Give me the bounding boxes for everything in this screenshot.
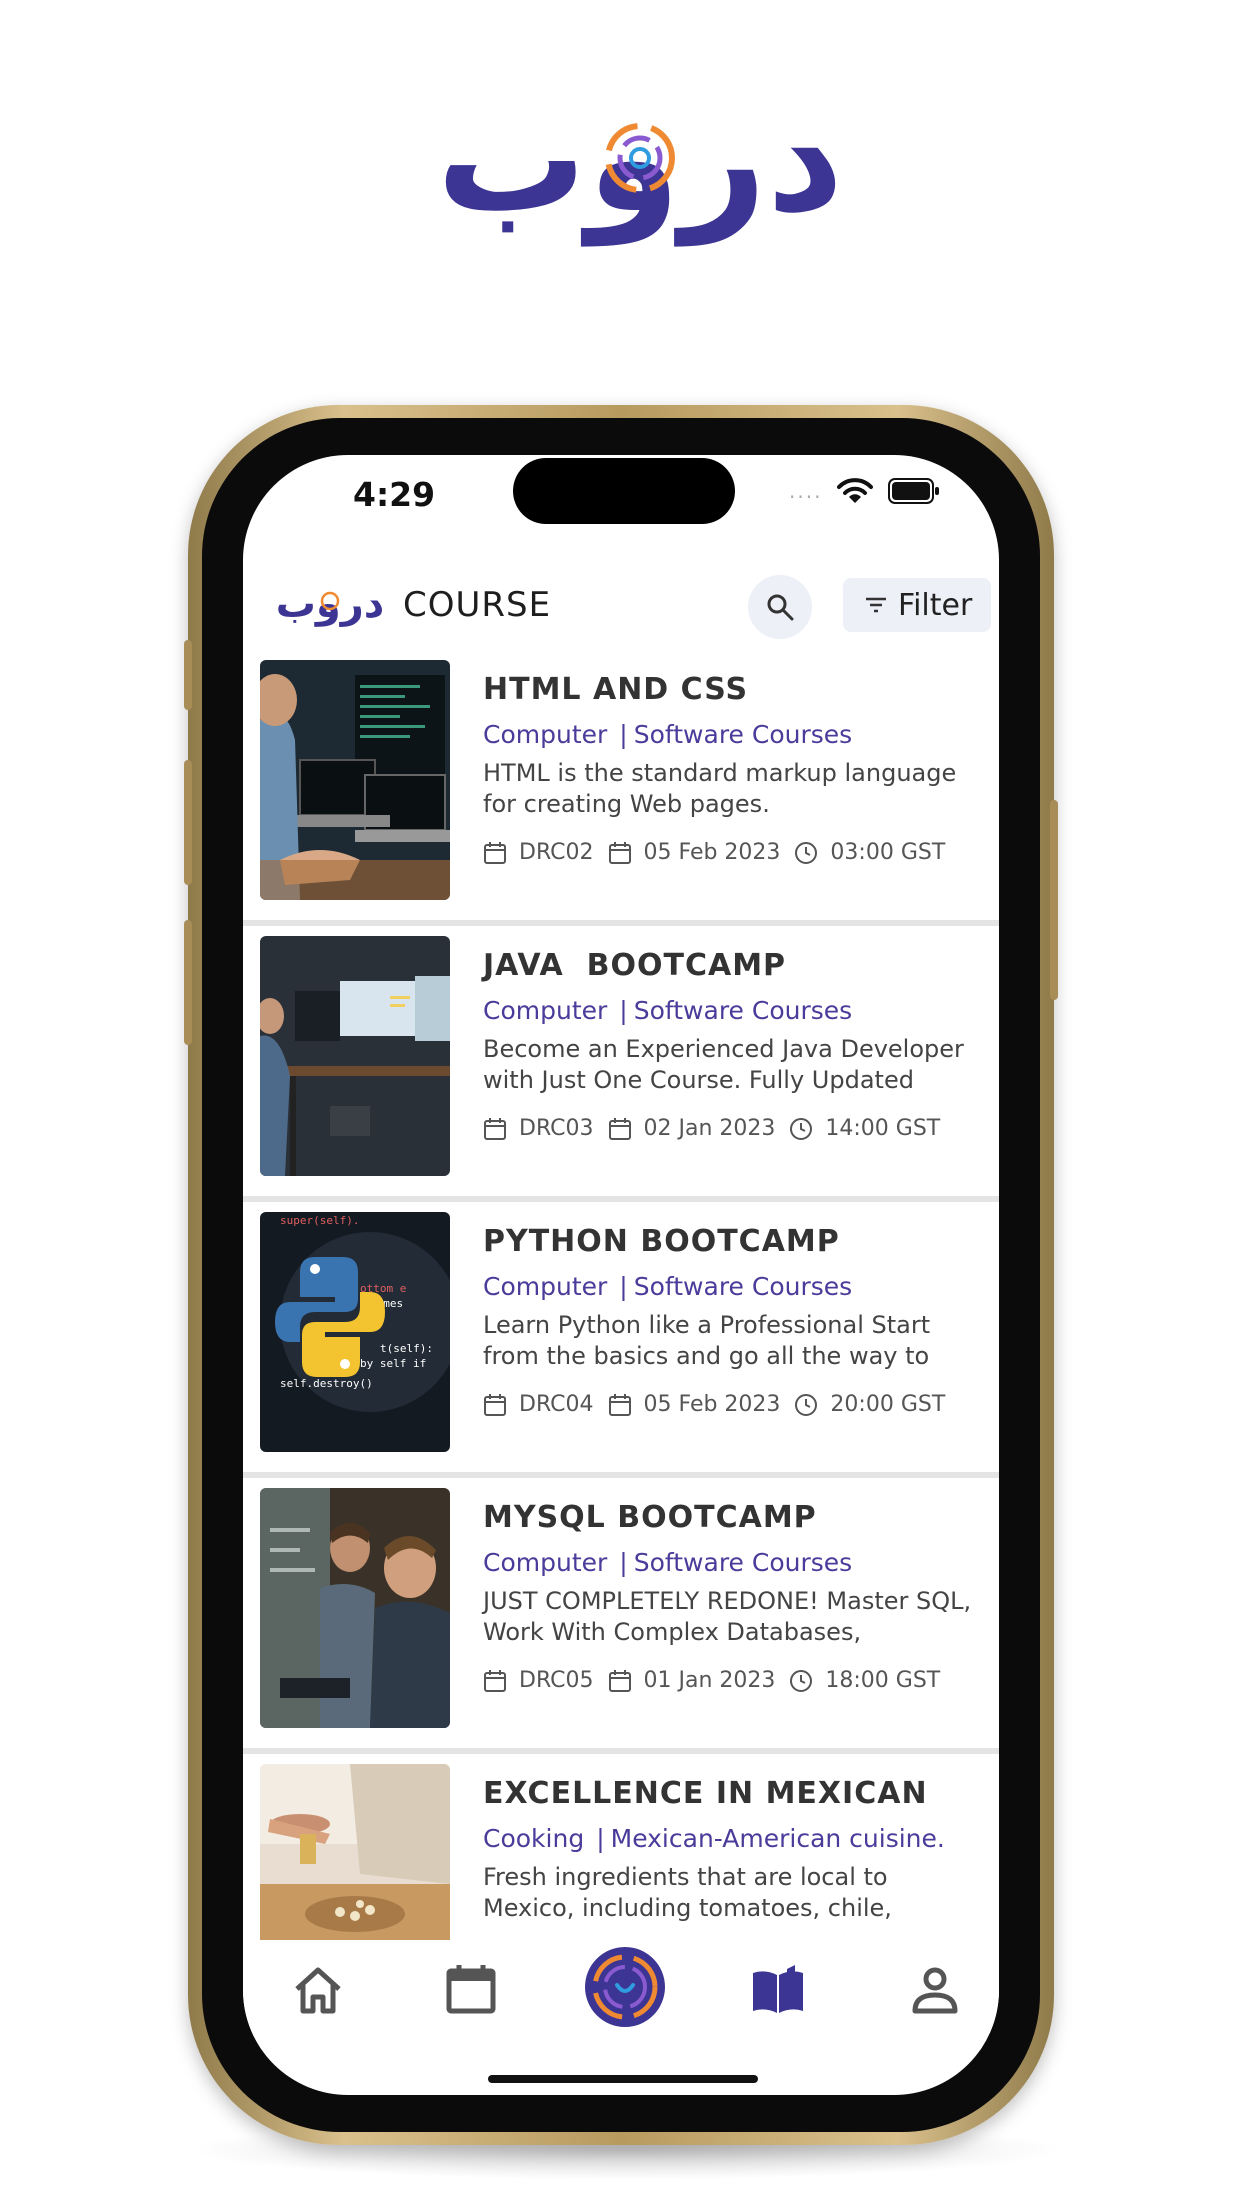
person-icon[interactable]: [900, 1955, 970, 2025]
filter-icon: [866, 597, 886, 613]
course-code: DRC05: [519, 1668, 594, 1693]
signal-dots: ....: [789, 479, 823, 503]
page-title: COURSE: [403, 585, 552, 625]
course-categories: Cooking | Mexican-American cuisine.: [483, 1824, 945, 1853]
course-title: HTML AND CSS: [483, 672, 749, 707]
book-icon[interactable]: [743, 1955, 813, 2025]
course-description: Learn Python like a Professional Start f…: [483, 1311, 931, 1370]
course-description: Become an Experienced Java Developer wit…: [483, 1035, 964, 1094]
search-button[interactable]: [748, 575, 812, 639]
side-button-volume-down: [184, 920, 192, 1045]
course-time: 20:00 GST: [830, 1392, 946, 1417]
course-description: JUST COMPLETELY REDONE! Master SQL, Work…: [483, 1587, 972, 1646]
course-meta: DRC03 02 Jan 2023 14:00 GST: [483, 1116, 954, 1141]
course-title: MYSQL BOOTCAMP: [483, 1500, 817, 1535]
svg-text:super(self).: super(self).: [280, 1214, 359, 1227]
header-brand-logo: دروب: [276, 583, 385, 627]
course-time: 03:00 GST: [830, 840, 946, 865]
clock-icon: [790, 1117, 813, 1140]
course-title: EXCELLENCE IN MEXICAN: [483, 1776, 928, 1811]
course-thumbnail-python: super(self). ottom e games t(self): by s…: [260, 1212, 450, 1452]
course-thumbnail-team: [260, 1488, 450, 1728]
phone-screen: 4:29 .... دروب COURSE Filter HTML AND CS…: [243, 455, 999, 2095]
calendar-icon: [484, 1393, 506, 1416]
course-code: DRC04: [519, 1392, 594, 1417]
wifi-icon: [837, 478, 873, 503]
svg-text:self.destroy(): self.destroy(): [280, 1377, 373, 1390]
course-meta: DRC02 05 Feb 2023 03:00 GST: [483, 840, 959, 865]
course-categories: Computer | Software Courses: [483, 1272, 853, 1301]
course-category[interactable]: Computer: [483, 720, 607, 749]
course-date: 05 Feb 2023: [643, 1392, 781, 1417]
course-meta: DRC05 01 Jan 2023 18:00 GST: [483, 1668, 954, 1693]
brand-center-icon[interactable]: [583, 1945, 667, 2029]
calendar-icon: [608, 1117, 631, 1140]
course-title: PYTHON BOOTCAMP: [483, 1224, 840, 1259]
course-category[interactable]: Cooking: [483, 1824, 584, 1853]
course-card[interactable]: JAVA BOOTCAMP Computer | Software Courses …: [243, 926, 999, 1202]
battery-icon: [888, 478, 939, 504]
course-categories: Computer | Software Courses: [483, 720, 853, 749]
course-subcategory[interactable]: Software Courses: [634, 1272, 852, 1301]
course-category[interactable]: Computer: [483, 996, 607, 1025]
course-description: Fresh ingredients that are local to Mexi…: [483, 1863, 892, 1922]
course-card[interactable]: HTML AND CSS Computer | Software Courses H…: [243, 650, 999, 926]
course-date: 02 Jan 2023: [643, 1116, 776, 1141]
calendar-icon: [608, 1669, 631, 1692]
course-meta: DRC04 05 Feb 2023 20:00 GST: [483, 1392, 959, 1417]
svg-text:t(self):: t(self):: [380, 1342, 433, 1355]
bottom-nav: [243, 1940, 999, 2050]
search-icon: [767, 594, 794, 621]
course-thumbnail-workstation: [260, 936, 450, 1176]
course-categories: Computer | Software Courses: [483, 996, 853, 1025]
course-list[interactable]: HTML AND CSS Computer | Software Courses H…: [243, 650, 999, 1940]
calendar-icon[interactable]: [436, 1955, 506, 2025]
calendar-icon: [484, 1117, 506, 1140]
side-button-power: [1050, 800, 1058, 1000]
course-title: JAVA BOOTCAMP: [483, 948, 787, 983]
course-time: 18:00 GST: [825, 1668, 941, 1693]
calendar-icon: [484, 841, 506, 864]
course-thumbnail-cooking: [260, 1764, 450, 1940]
course-date: 01 Jan 2023: [643, 1668, 776, 1693]
course-subcategory[interactable]: Mexican-American cuisine.: [611, 1824, 945, 1853]
clock-icon: [790, 1669, 813, 1692]
svg-text:by self if: by self if: [360, 1357, 426, 1370]
course-subcategory[interactable]: Software Courses: [634, 996, 852, 1025]
clock-icon: [795, 1393, 818, 1416]
course-code: DRC03: [519, 1116, 594, 1141]
svg-text:دروب: دروب: [440, 100, 840, 247]
course-category[interactable]: Computer: [483, 1272, 607, 1301]
course-date: 05 Feb 2023: [643, 840, 781, 865]
course-card[interactable]: MYSQL BOOTCAMP Computer | Software Courses…: [243, 1478, 999, 1754]
course-subcategory[interactable]: Software Courses: [634, 1548, 852, 1577]
course-categories: Computer | Software Courses: [483, 1548, 853, 1577]
dynamic-island: [513, 458, 735, 524]
app-header: دروب COURSE Filter: [243, 565, 999, 645]
course-subcategory[interactable]: Software Courses: [634, 720, 852, 749]
side-button-volume-up: [184, 760, 192, 885]
course-card[interactable]: EXCELLENCE IN MEXICAN Cooking | Mexican-Am…: [243, 1754, 999, 1940]
calendar-icon: [608, 1393, 631, 1416]
clock-icon: [795, 841, 818, 864]
filter-label: Filter: [898, 588, 973, 623]
filter-button[interactable]: Filter: [843, 578, 991, 632]
course-code: DRC02: [519, 840, 594, 865]
brand-logo: دروب: [440, 100, 840, 247]
home-indicator[interactable]: [488, 2075, 758, 2083]
side-button-silent: [184, 640, 192, 710]
status-time: 4:29: [353, 475, 436, 514]
calendar-icon: [484, 1669, 506, 1692]
svg-text:دروب: دروب: [276, 583, 385, 627]
course-category[interactable]: Computer: [483, 1548, 607, 1577]
course-description: HTML is the standard markup language for…: [483, 759, 957, 818]
course-card[interactable]: super(self). ottom e games t(self): by s…: [243, 1202, 999, 1478]
home-icon[interactable]: [283, 1955, 353, 2025]
course-thumbnail-laptops: [260, 660, 450, 900]
calendar-icon: [608, 841, 631, 864]
course-time: 14:00 GST: [825, 1116, 941, 1141]
